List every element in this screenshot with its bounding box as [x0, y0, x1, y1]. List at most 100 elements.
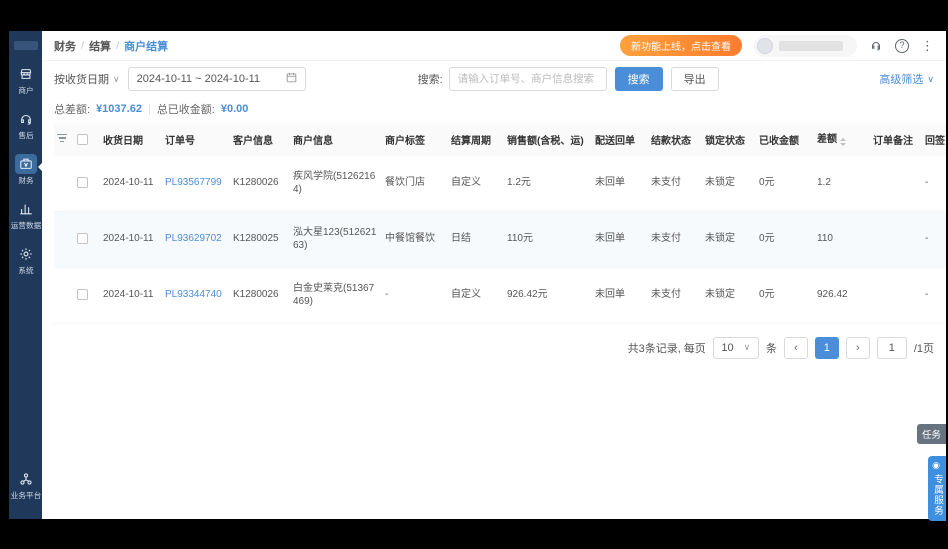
cell-merchant: 白金史莱克(51367469) — [290, 267, 382, 324]
row-spacer — [54, 155, 74, 212]
advanced-filter-toggle[interactable]: 高级筛选 ∨ — [879, 71, 934, 87]
headset-icon — [15, 109, 37, 129]
cell-pay_status: 未支付 — [648, 211, 702, 268]
user-chip[interactable] — [754, 34, 857, 57]
cell-note — [870, 267, 922, 324]
pagination-total: 共3条记录, 每页 — [627, 342, 706, 355]
platform-icon — [15, 469, 37, 489]
topbar: 财务 / 结算 / 商户结算 新功能上线，点击查看 ? ⋮ — [42, 31, 946, 61]
sidebar-item-opsdata[interactable]: 运营数据 — [9, 199, 42, 231]
sidebar-item-label: 系统 — [17, 266, 34, 275]
order-link[interactable]: PL93567799 — [165, 177, 222, 188]
select-all-checkbox[interactable] — [74, 123, 100, 156]
cell-diff: 1.2 — [814, 155, 870, 212]
date-type-dropdown[interactable]: 按收货日期 ∨ — [54, 71, 120, 87]
table-row: 2024-10-11 PL93567799 K1280026 疾风学院(5126216… — [54, 155, 946, 212]
page-size-select[interactable]: 10 ∨ — [712, 336, 759, 359]
sidebar-item-finance[interactable]: 财务 — [9, 154, 42, 186]
cell-merchant: 疾风学院(51262164) — [290, 155, 382, 212]
search-button[interactable]: 搜索 — [614, 67, 663, 91]
cell-date: 2024-10-11 — [100, 267, 162, 324]
search-input[interactable] — [448, 67, 607, 91]
export-button[interactable]: 导出 — [670, 67, 719, 91]
cell-note — [870, 155, 922, 212]
service-icon: ◉ — [932, 461, 942, 472]
total-received-value: ¥0.00 — [220, 103, 249, 115]
row-checkbox[interactable] — [74, 267, 100, 324]
cell-tag: - — [382, 267, 448, 324]
table-row: 2024-10-11 PL93344740 K1280026 白金史莱克(513674… — [54, 267, 946, 324]
brand-logo — [13, 41, 38, 50]
page-jump-input[interactable] — [876, 336, 907, 359]
table-body: 2024-10-11 PL93567799 K1280026 疾风学院(5126216… — [54, 155, 946, 324]
column-header-customer: 客户信息 — [230, 123, 290, 156]
row-checkbox[interactable] — [74, 211, 100, 268]
gear-icon — [15, 244, 37, 264]
cell-receipt: 未回单 — [592, 155, 648, 212]
cell-date: 2024-10-11 — [100, 211, 162, 268]
cell-tag: 中餐馆餐饮 — [382, 211, 448, 268]
avatar — [757, 37, 773, 54]
column-header-receipt: 配送回单 — [592, 123, 648, 156]
column-header-tag: 商户标签 — [382, 123, 448, 156]
task-floating-button[interactable]: 任务 — [916, 424, 946, 444]
sidebar-item-platform[interactable]: 业务平台 — [9, 469, 42, 501]
page-1-button[interactable]: 1 — [814, 336, 839, 359]
page-jump-suffix: /1页 — [913, 342, 934, 355]
sidebar-item-merchant[interactable]: 商户 — [9, 64, 42, 96]
cell-date: 2024-10-11 — [100, 155, 162, 212]
cell-pay_status: 未支付 — [648, 267, 702, 324]
breadcrumb-finance[interactable]: 财务 — [54, 38, 76, 54]
next-page-button[interactable]: › — [845, 336, 870, 359]
sidebar-item-label: 运营数据 — [10, 221, 41, 230]
sidebar-item-system[interactable]: 系统 — [9, 244, 42, 276]
column-header-merchant: 商户信息 — [290, 123, 382, 156]
column-header-order: 订单号 — [162, 123, 230, 156]
sidebar-item-label: 售后 — [17, 131, 34, 140]
summary-divider: | — [147, 103, 151, 115]
column-settings-icon[interactable] — [54, 123, 74, 156]
calendar-icon — [286, 72, 297, 86]
store-icon — [15, 64, 37, 84]
prev-page-button[interactable]: ‹ — [783, 336, 808, 359]
service-floating-button[interactable]: ◉ 专属服务 — [928, 456, 946, 521]
sidebar-item-label: 业务平台 — [10, 491, 41, 500]
date-range-value: 2024-10-11 ~ 2024-10-11 — [136, 73, 261, 85]
more-menu-icon[interactable]: ⋮ — [921, 39, 934, 52]
column-header-sign: 回签 — [922, 123, 946, 156]
column-header-diff[interactable]: 差额 — [814, 123, 870, 156]
cell-note — [870, 211, 922, 268]
column-header-lock_status: 锁定状态 — [702, 123, 756, 156]
breadcrumb-separator: / — [81, 39, 85, 52]
new-feature-badge[interactable]: 新功能上线，点击查看 — [620, 35, 742, 56]
date-range-input[interactable]: 2024-10-11 ~ 2024-10-11 — [127, 67, 306, 91]
cell-sales: 110元 — [504, 211, 592, 268]
row-spacer — [54, 211, 74, 268]
cell-receipt: 未回单 — [592, 211, 648, 268]
sidebar-item-aftersale[interactable]: 售后 — [9, 109, 42, 141]
total-diff-value: ¥1037.62 — [96, 103, 142, 115]
order-link[interactable]: PL93344740 — [165, 289, 222, 300]
column-header-note: 订单备注 — [870, 123, 922, 156]
breadcrumb-settlement[interactable]: 结算 — [89, 38, 111, 54]
service-center-icon[interactable] — [869, 38, 883, 53]
summary-bar: 总差额: ¥1037.62 | 总已收金额: ¥0.00 — [42, 97, 946, 121]
advanced-filter-label: 高级筛选 — [879, 74, 924, 86]
breadcrumb: 财务 / 结算 / 商户结算 — [54, 38, 168, 54]
cell-cycle: 自定义 — [448, 267, 504, 324]
cell-diff: 110 — [814, 211, 870, 268]
order-link[interactable]: PL93629702 — [165, 233, 222, 244]
column-header-sales: 销售额(含税、运) — [504, 123, 592, 156]
help-icon[interactable]: ? — [895, 38, 909, 53]
cell-order: PL93567799 — [162, 155, 230, 212]
cell-lock_status: 未锁定 — [702, 155, 756, 212]
breadcrumb-merchant-settlement[interactable]: 商户结算 — [124, 38, 168, 54]
sort-icon[interactable] — [840, 135, 846, 149]
column-header-cycle: 结算周期 — [448, 123, 504, 156]
chevron-down-icon: ∨ — [743, 342, 751, 352]
user-name-masked — [779, 40, 843, 51]
total-diff-label: 总差额: — [54, 104, 91, 116]
bar-chart-icon — [15, 199, 37, 219]
row-checkbox[interactable] — [74, 155, 100, 212]
date-type-label: 按收货日期 — [54, 74, 109, 86]
